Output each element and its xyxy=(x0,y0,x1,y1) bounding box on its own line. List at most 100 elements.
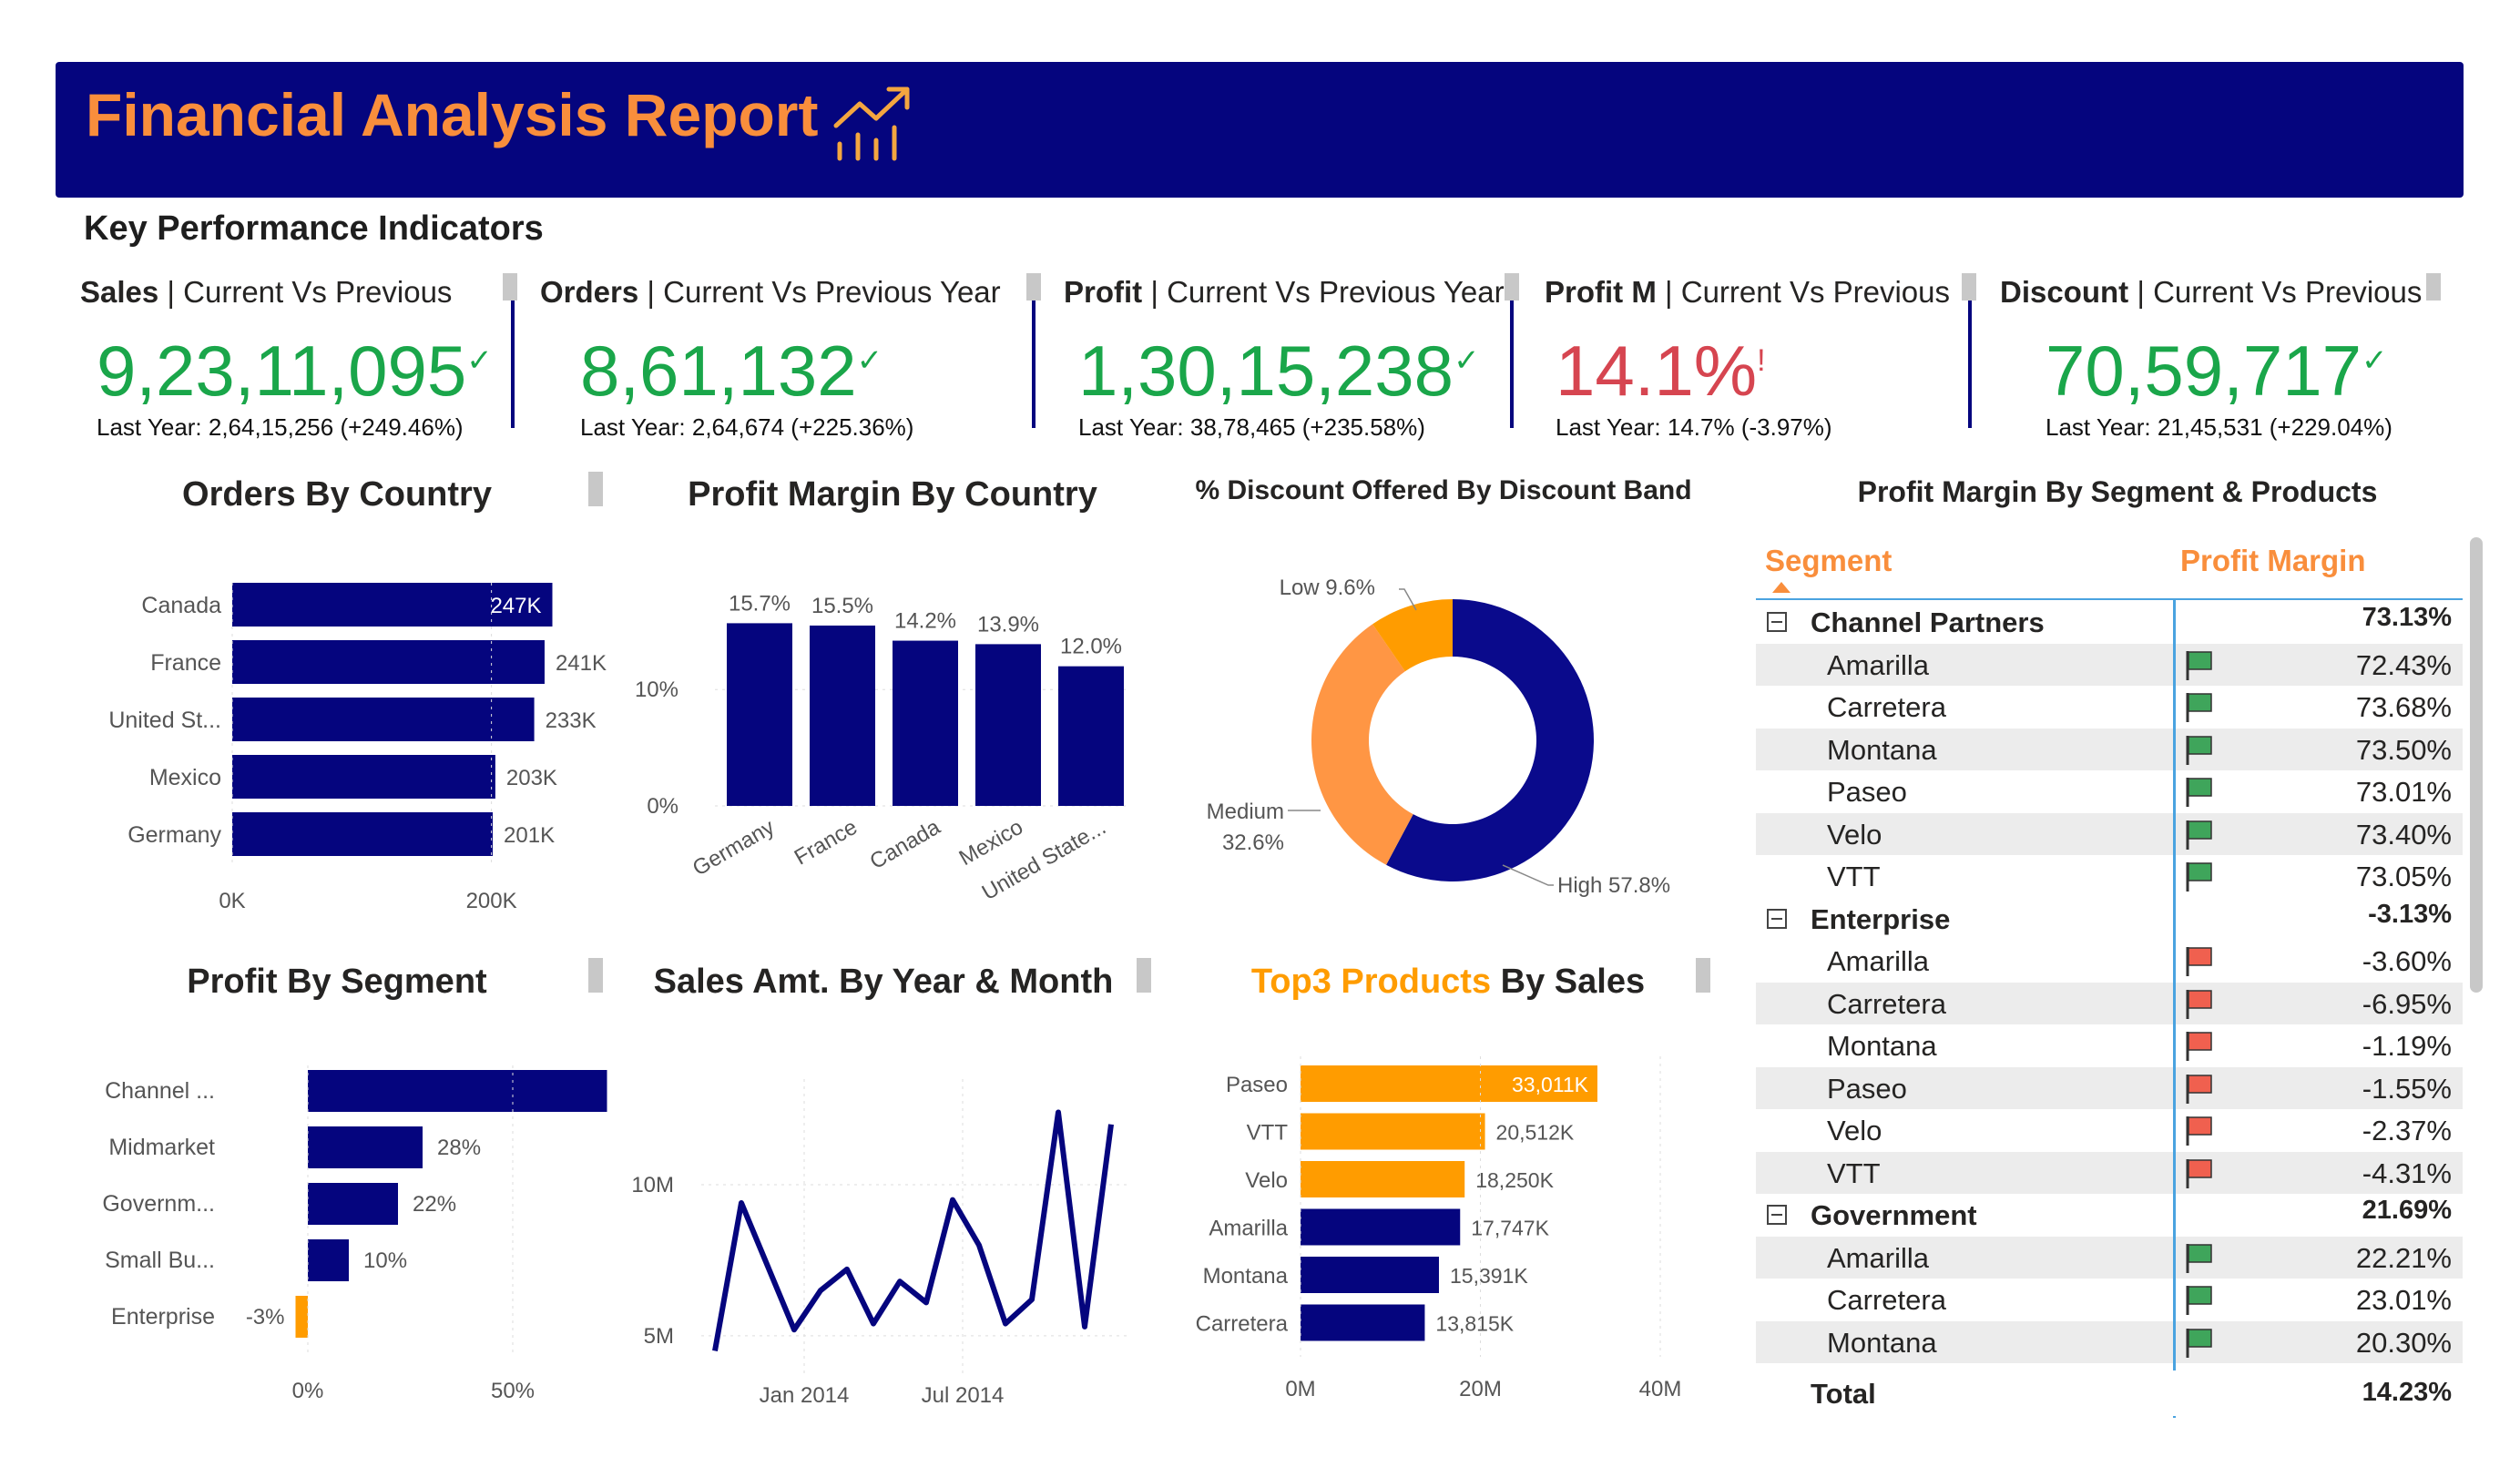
matrix-profit-margin-value: 73.40% xyxy=(2355,818,2452,851)
visual-grip[interactable] xyxy=(1696,958,1710,993)
x-tick-label: 20M xyxy=(1459,1377,1502,1401)
category-label: Channel ... xyxy=(105,1078,215,1104)
total-label: Total xyxy=(1811,1378,1876,1410)
data-label: 247K xyxy=(490,594,541,618)
matrix-segment-label: Velo xyxy=(1827,818,1882,851)
trend-chart-icon xyxy=(833,87,910,161)
x-tick-label: 40M xyxy=(1639,1377,1682,1401)
data-label: 15.7% xyxy=(729,591,791,616)
sales-by-month-chart[interactable]: 5M 10M Jan 2014 Jul 2014 xyxy=(619,1038,1148,1421)
data-label: 15.5% xyxy=(811,594,873,618)
kpi-card-profit[interactable]: Profit | Current Vs Previous Year 1,30,1… xyxy=(1064,275,1519,448)
collapse-icon[interactable] xyxy=(1767,908,1787,929)
matrix-segment-label: Carretera xyxy=(1827,691,1946,723)
category-label: Paseo xyxy=(1226,1073,1288,1097)
bar xyxy=(308,1070,607,1112)
segment-column-header[interactable]: Segment xyxy=(1765,544,1892,578)
profit-by-segment-chart[interactable]: Channel ...73%Midmarket28%Governm...22%S… xyxy=(55,1038,619,1421)
red-flag-icon xyxy=(2186,1116,2212,1146)
matrix-group-row[interactable]: Government 21.69% xyxy=(1756,1194,2463,1236)
y-tick-label: 0% xyxy=(647,794,678,819)
green-flag-icon xyxy=(2186,735,2212,765)
matrix-item-row[interactable]: Montana -1.19% xyxy=(1756,1024,2463,1066)
check-icon: ✓ xyxy=(1454,343,1480,378)
slice-label: Low 9.6% xyxy=(1280,576,1375,600)
matrix-item-row[interactable]: VTT 73.05% xyxy=(1756,855,2463,897)
matrix-item-row[interactable]: Velo -2.37% xyxy=(1756,1109,2463,1151)
visual-grip[interactable] xyxy=(1026,273,1041,301)
category-label: Small Bu... xyxy=(105,1248,215,1273)
matrix-item-row[interactable]: VTT -4.31% xyxy=(1756,1151,2463,1194)
slice-label: High 57.8% xyxy=(1557,873,1670,898)
orders-by-country-chart[interactable]: Canada 247K France 241K United St... 233K Mexi… xyxy=(55,546,619,929)
bar xyxy=(727,623,792,806)
matrix-group-row[interactable]: Channel Partners 73.13% xyxy=(1756,601,2463,643)
kpi-label: Discount | Current Vs Previous xyxy=(2000,275,2423,309)
bar xyxy=(308,1126,423,1168)
red-flag-icon xyxy=(2186,1158,2212,1188)
kpi-card-sales[interactable]: Sales | Current Vs Previous 9,23,11,095✓… xyxy=(80,275,508,448)
matrix-item-row[interactable]: Amarilla 72.43% xyxy=(1756,643,2463,686)
kpi-value: 9,23,11,095✓ xyxy=(97,331,493,411)
matrix-header: Segment Profit Margin xyxy=(1756,542,2463,600)
profit-margin-column-header[interactable]: Profit Margin xyxy=(2180,544,2366,578)
matrix-item-row[interactable]: Carretera 23.01% xyxy=(1756,1279,2463,1320)
matrix-segment-label: Paseo xyxy=(1827,1072,1907,1105)
data-label: 13,815K xyxy=(1435,1312,1514,1336)
matrix-segment-label: Montana xyxy=(1827,1030,1937,1062)
bar xyxy=(295,1296,308,1338)
matrix-segment-label: Carretera xyxy=(1827,987,1946,1020)
kpi-card-orders[interactable]: Orders | Current Vs Previous Year 8,61,1… xyxy=(540,275,1014,448)
matrix-item-row[interactable]: Montana 20.30% xyxy=(1756,1320,2463,1363)
matrix-profit-margin-value: 73.13% xyxy=(2362,603,2452,632)
visual-grip[interactable] xyxy=(588,958,603,993)
kpi-card-profit-margin[interactable]: Profit M | Current Vs Previous 14.1%! La… xyxy=(1545,275,1973,448)
report-title: Financial Analysis Report xyxy=(86,81,819,148)
profit-by-segment-title: Profit By Segment xyxy=(187,963,487,1001)
collapse-icon[interactable] xyxy=(1767,1205,1787,1225)
matrix-segment-label: Montana xyxy=(1827,733,1937,766)
data-label: 33,011K xyxy=(1512,1073,1589,1096)
kpi-value: 1,30,15,238✓ xyxy=(1078,331,1480,411)
discount-band-donut-chart[interactable]: High 57.8% Medium 32.6% Low 9.6% xyxy=(1166,546,1712,929)
matrix-item-row[interactable]: Carretera -6.95% xyxy=(1756,982,2463,1024)
visual-grip[interactable] xyxy=(1505,273,1519,301)
matrix-segment-label: Montana xyxy=(1827,1326,1937,1359)
visual-grip[interactable] xyxy=(2426,273,2441,301)
red-flag-icon xyxy=(2186,989,2212,1019)
visual-grip[interactable] xyxy=(1137,958,1151,993)
matrix-item-row[interactable]: Amarilla -3.60% xyxy=(1756,940,2463,982)
category-label: Enterprise xyxy=(111,1304,215,1330)
visual-grip[interactable] xyxy=(588,472,603,506)
kpi-divider xyxy=(1968,290,1972,428)
matrix-profit-margin-value: -6.95% xyxy=(2362,987,2452,1020)
matrix-scrollbar[interactable] xyxy=(2470,537,2483,993)
matrix-group-row[interactable]: Enterprise -3.13% xyxy=(1756,898,2463,940)
top-products-chart[interactable]: Paseo 33,011K VTT 20,512K Velo 18,250K Amarill… xyxy=(1166,1038,1712,1421)
profit-margin-by-country-chart[interactable]: 0% 10% 15.7% Germany 15.5% France 14.2% Canada 1… xyxy=(619,546,1148,929)
category-label: Canada xyxy=(866,814,945,874)
collapse-icon[interactable] xyxy=(1767,612,1787,632)
data-label: 28% xyxy=(437,1136,481,1160)
top3-products-title: Top3 Products By Sales xyxy=(1250,963,1646,1001)
green-flag-icon xyxy=(2186,820,2212,850)
x-tick-label: 0M xyxy=(1285,1377,1315,1401)
data-label: 18,250K xyxy=(1475,1168,1554,1192)
category-label: France xyxy=(150,650,221,676)
matrix-item-row[interactable]: Amarilla 22.21% xyxy=(1756,1236,2463,1279)
red-flag-icon xyxy=(2186,1032,2212,1061)
green-flag-icon xyxy=(2186,650,2212,680)
visual-grip[interactable] xyxy=(1962,273,1976,301)
red-flag-icon xyxy=(2186,1074,2212,1104)
kpi-divider xyxy=(1032,290,1036,428)
matrix-item-row[interactable]: Montana 73.50% xyxy=(1756,728,2463,770)
matrix-item-row[interactable]: Paseo 73.01% xyxy=(1756,770,2463,812)
matrix-profit-margin-value: -2.37% xyxy=(2362,1115,2452,1146)
matrix-item-row[interactable]: Paseo -1.55% xyxy=(1756,1066,2463,1109)
visual-grip[interactable] xyxy=(503,273,517,301)
data-label: 14.2% xyxy=(894,609,956,634)
matrix-item-row[interactable]: Carretera 73.68% xyxy=(1756,686,2463,728)
bar xyxy=(1301,1113,1485,1150)
kpi-card-discount[interactable]: Discount | Current Vs Previous 70,59,717… xyxy=(2000,275,2437,448)
matrix-item-row[interactable]: Velo 73.40% xyxy=(1756,812,2463,855)
